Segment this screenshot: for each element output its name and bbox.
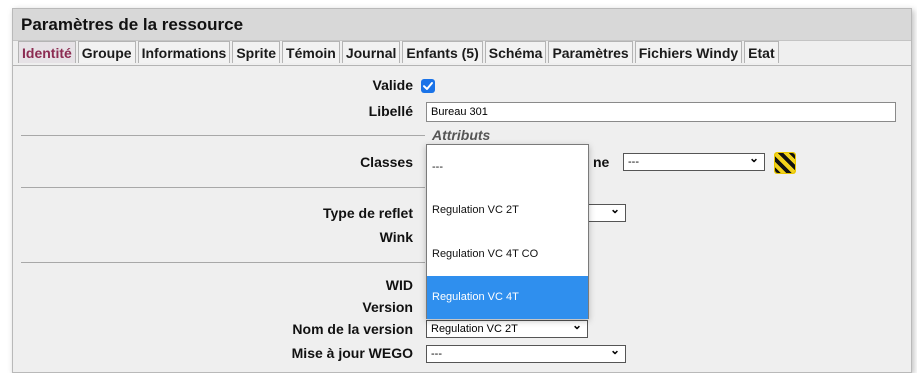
check-icon	[423, 82, 433, 90]
resource-settings-panel: Paramètres de la ressource Identité Grou…	[12, 8, 912, 373]
tab-identite[interactable]: Identité	[18, 41, 76, 63]
dropdown-option[interactable]: Regulation VC 4T CO	[427, 232, 588, 276]
tab-sprite[interactable]: Sprite	[232, 41, 281, 63]
tab-fichiers-windy[interactable]: Fichiers Windy	[634, 41, 743, 63]
divider-2	[21, 262, 425, 263]
libelle-label: Libellé	[368, 103, 413, 119]
mise-a-jour-select[interactable]: --- ⌄	[426, 343, 626, 363]
tab-groupe[interactable]: Groupe	[77, 41, 136, 63]
wink-label: Wink	[379, 229, 413, 245]
dropdown-option-highlighted[interactable]: Regulation VC 4T	[427, 275, 588, 319]
nom-version-label: Nom de la version	[292, 321, 413, 337]
panel-title: Paramètres de la ressource	[13, 9, 911, 41]
libelle-input[interactable]: Bureau 301	[426, 102, 896, 122]
dropdown-option[interactable]: Regulation VC 2T	[427, 189, 588, 233]
divider-1	[21, 187, 425, 188]
tab-temoin[interactable]: Témoin	[282, 41, 340, 63]
tab-divider	[13, 65, 911, 66]
chevron-down-icon: ⌄	[571, 318, 582, 332]
zone-label: ne	[593, 154, 610, 170]
mise-a-jour-value: ---	[431, 348, 442, 360]
classes-label: Classes	[360, 154, 413, 170]
wid-label: WID	[385, 277, 413, 293]
dropdown-option[interactable]: ---	[427, 145, 588, 189]
fieldset-line-left	[21, 135, 425, 136]
chevron-down-icon: ⌄	[748, 151, 759, 165]
mise-a-jour-label: Mise à jour WEGO	[291, 345, 413, 361]
valide-label: Valide	[372, 77, 413, 93]
chevron-down-icon: ⌄	[609, 202, 620, 216]
type-reflet-select[interactable]: ⌄	[588, 202, 626, 222]
attributs-legend: Attributs	[432, 127, 491, 143]
version-label: Version	[362, 299, 413, 315]
tab-informations[interactable]: Informations	[137, 41, 231, 63]
classes-dropdown-list: --- Regulation VC 2T Regulation VC 4T CO…	[426, 144, 589, 319]
tab-schema[interactable]: Schéma	[484, 41, 547, 63]
nom-version-select[interactable]: Regulation VC 2T ⌄	[426, 318, 588, 338]
nom-version-value: Regulation VC 2T	[431, 323, 518, 335]
tab-bar: Identité Groupe Informations Sprite Témo…	[18, 41, 781, 65]
type-reflet-label: Type de reflet	[323, 205, 413, 221]
tab-journal[interactable]: Journal	[341, 41, 401, 63]
zone-select-value: ---	[628, 156, 639, 168]
chevron-down-icon: ⌄	[609, 343, 620, 357]
hazard-stripes-icon[interactable]	[774, 152, 796, 174]
zone-select[interactable]: --- ⌄	[623, 151, 765, 171]
tab-enfants[interactable]: Enfants (5)	[402, 41, 483, 63]
tab-parametres[interactable]: Paramètres	[548, 41, 633, 63]
tab-etat[interactable]: Etat	[744, 41, 779, 63]
valide-checkbox[interactable]	[421, 79, 435, 93]
